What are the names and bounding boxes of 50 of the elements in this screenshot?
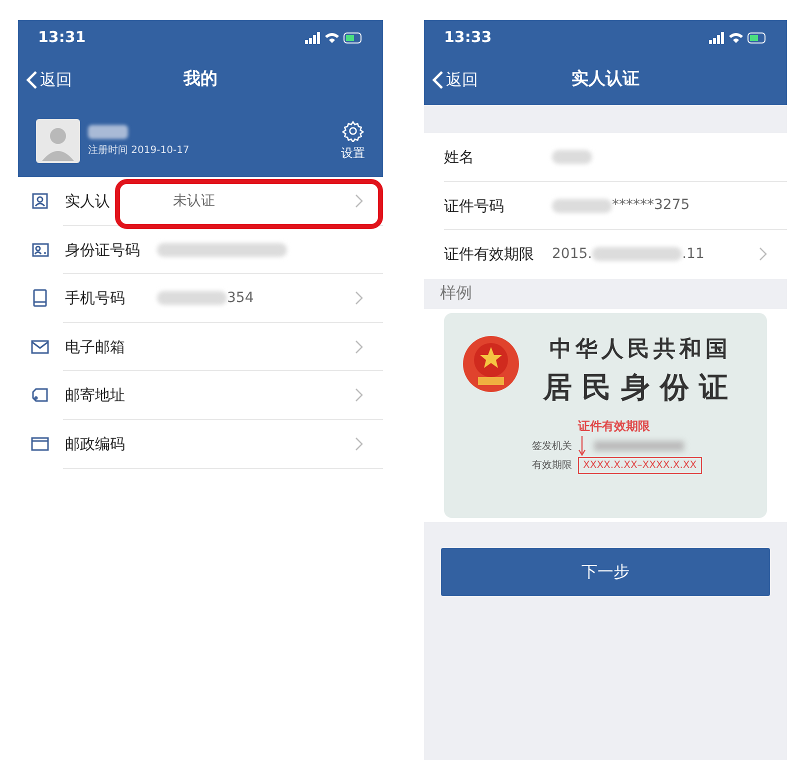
callout-label: 证件有效期限 [578, 418, 651, 435]
status-time: 13:33 [444, 27, 492, 48]
menu-label: 邮寄地址 [65, 385, 126, 406]
validity-value: XXXX.X.XX–XXXX.X.XX [578, 457, 702, 474]
chevron-left-icon [26, 70, 38, 90]
menu-label: 实人认 [65, 191, 111, 212]
menu-item[interactable]: 邮寄地址 [18, 371, 383, 420]
menu-label: 手机号码 [65, 288, 126, 309]
status-icons [305, 32, 363, 44]
form-value: ******3275 [612, 196, 690, 216]
screen-title: 实人认证 [572, 68, 640, 92]
tag-icon [31, 386, 49, 404]
status-time: 13:31 [38, 27, 86, 48]
next-button[interactable]: 下一步 [441, 548, 770, 596]
section-label: 样例 [439, 282, 473, 304]
box-icon [31, 434, 49, 453]
menu-item[interactable]: 电子邮箱 [18, 322, 383, 371]
avatar [36, 119, 80, 163]
card-field-label: 签发机关 [532, 440, 573, 454]
menu-label: 邮政编码 [65, 434, 126, 454]
screen-title: 我的 [184, 68, 218, 92]
menu-label: 身份证号码 [65, 240, 141, 260]
card-subtitle: 居民身份证 [543, 368, 738, 406]
menu-item[interactable]: 邮政编码 [18, 420, 383, 468]
form-value: .11 [682, 244, 704, 264]
menu-value: 354 [227, 288, 254, 308]
phone-icon [31, 289, 49, 308]
card-field-label: 有效期限 [532, 458, 573, 473]
card-title: 中华人民共和国 [550, 334, 732, 364]
chevron-left-icon [432, 70, 444, 90]
menu-item[interactable]: 身份证号码 [18, 226, 383, 274]
form-label: 姓名 [444, 147, 475, 168]
settings-button[interactable]: 设置 [341, 120, 365, 162]
registration-date: 注册时间 2019-10-17 [88, 144, 190, 158]
settings-icon [342, 120, 364, 142]
back-button[interactable]: 返回 [26, 68, 72, 92]
status-icons [709, 32, 767, 44]
form-label: 证件有效期限 [444, 244, 535, 265]
form-value: 2015. [552, 244, 592, 264]
menu-value: 未认证 [173, 192, 215, 211]
menu-item[interactable]: 实人认 未认证 [18, 177, 383, 226]
down-arrow-icon [578, 436, 586, 456]
menu-item[interactable]: 手机号码 354 [18, 274, 383, 322]
menu-label: 电子邮箱 [65, 336, 126, 358]
back-button[interactable]: 返回 [432, 68, 478, 92]
form-label: 证件号码 [444, 196, 505, 216]
id-card-icon [31, 240, 49, 259]
mail-icon [31, 338, 49, 356]
person-card-icon [31, 192, 49, 210]
form-row[interactable]: 证件有效期限 2015. .11 [424, 230, 787, 278]
